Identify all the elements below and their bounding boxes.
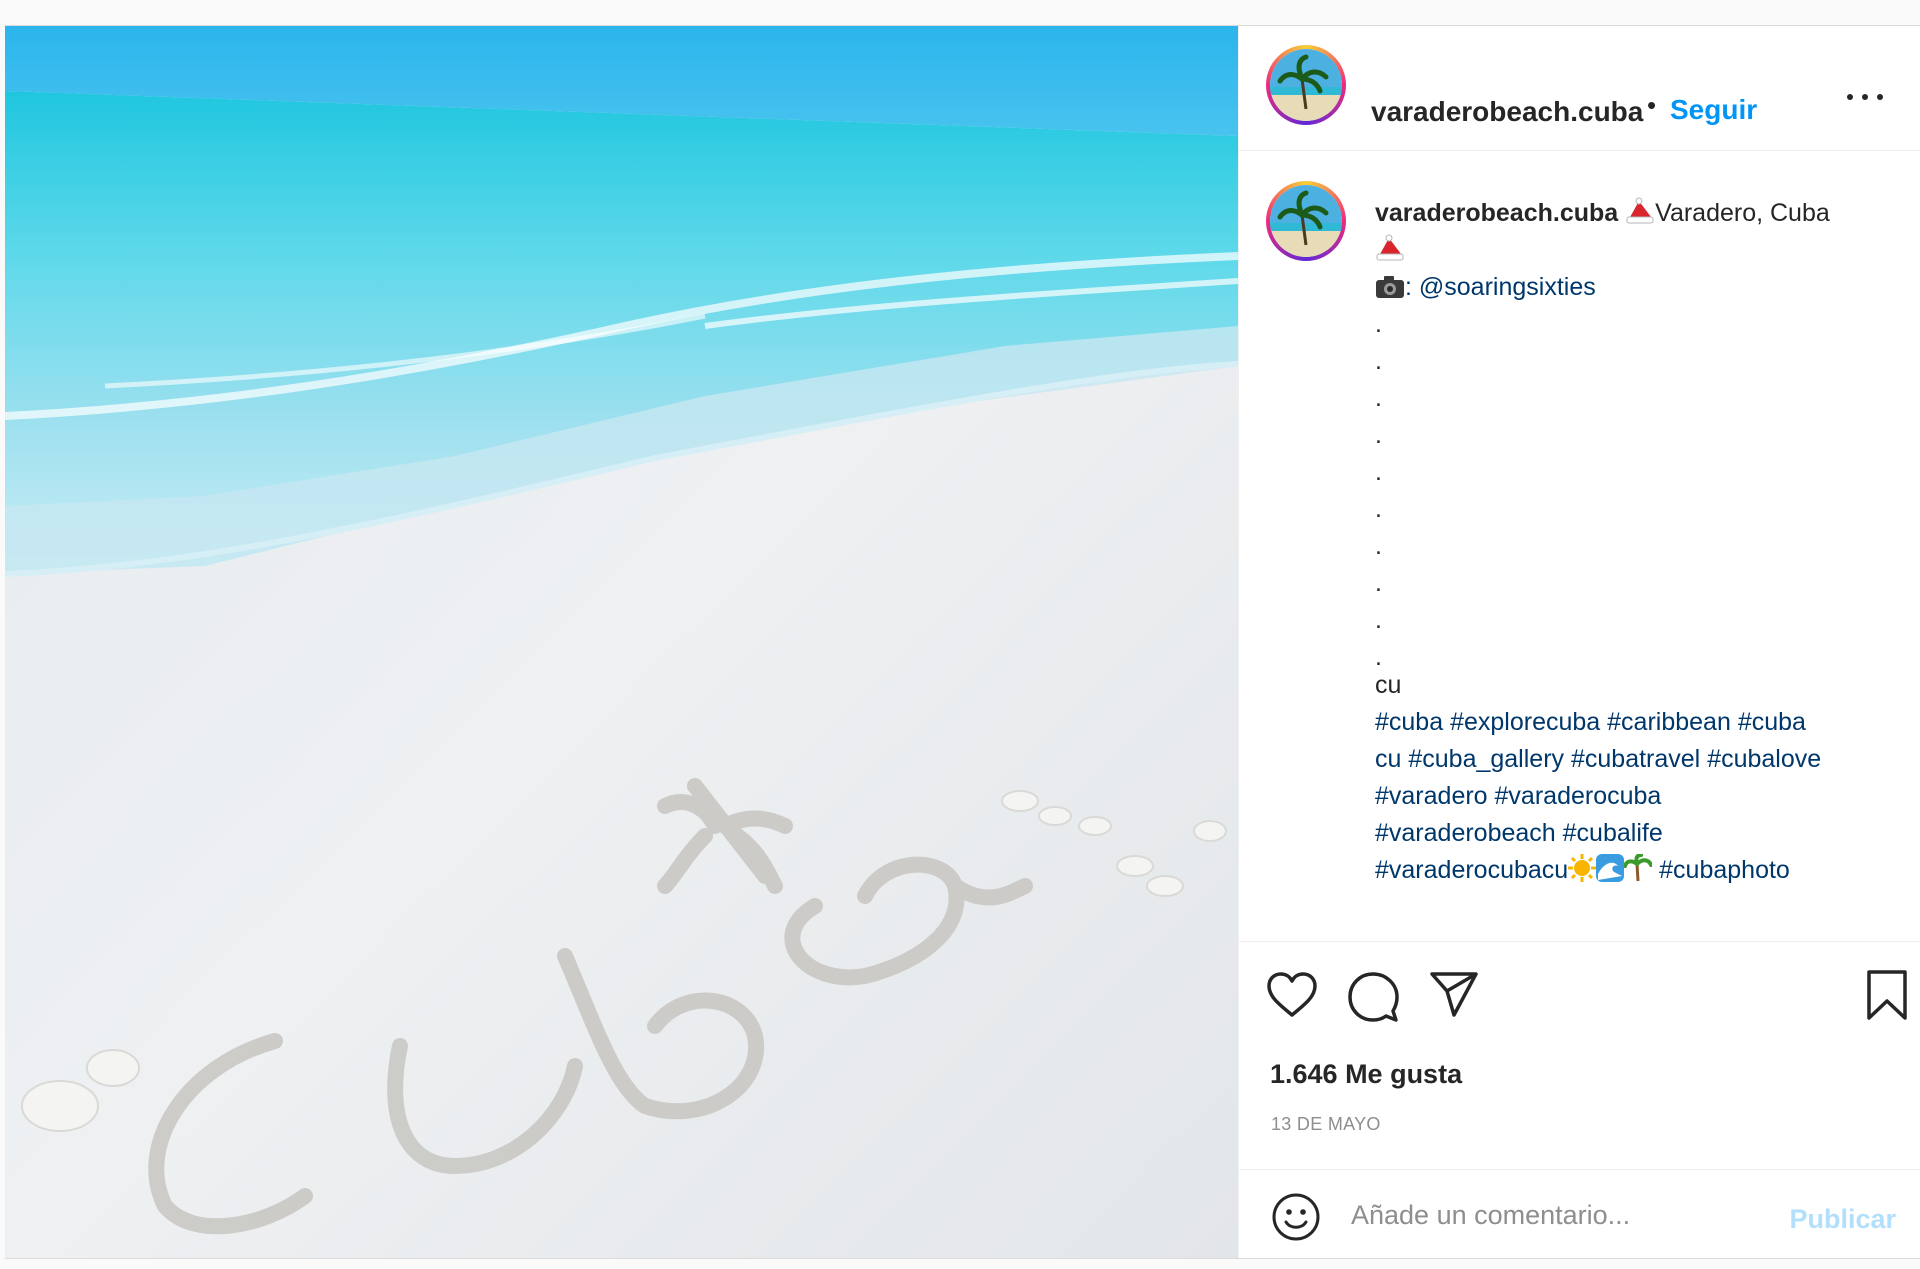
hashtag[interactable]: #cuba_gallery [1408,745,1564,773]
caption-dot: . [1375,606,1382,634]
smiley-icon[interactable] [1271,1192,1321,1242]
caption-dot: . [1375,569,1382,597]
header-username[interactable]: varaderobeach.cuba [1371,96,1643,128]
hashtag[interactable]: #cubaphoto [1659,856,1790,884]
paper-plane-icon[interactable] [1429,971,1479,1019]
santa-hat-icon [1626,197,1654,224]
caption-dot: . [1375,458,1382,486]
santa-hat-icon [1376,234,1404,261]
follow-button[interactable]: Seguir [1670,94,1757,126]
heart-icon[interactable] [1266,971,1318,1019]
palm-tree-icon [1624,854,1653,882]
avatar[interactable] [1266,45,1346,125]
hashtag[interactable]: #cubatravel [1571,745,1700,773]
sun-icon [1568,854,1597,882]
caption-text: varaderobeach.cuba Varadero, Cuba : @soa… [1375,195,1920,889]
bookmark-icon[interactable] [1865,969,1909,1021]
caption-dot: . [1375,421,1382,449]
hashtag[interactable]: #explorecuba [1450,708,1600,736]
publish-button[interactable]: Publicar [1789,1204,1896,1235]
post-date[interactable]: 13 DE MAYO [1271,1114,1381,1135]
caption-dot: . [1375,495,1382,523]
hashtag[interactable]: #varadero [1375,782,1488,810]
camera-icon [1376,276,1404,298]
caption-dot: . [1375,310,1382,338]
caption-username[interactable]: varaderobeach.cuba [1375,199,1618,227]
comment-input[interactable] [1349,1192,1773,1238]
wave-icon [1596,854,1625,882]
hashtag[interactable]: #cuba [1375,708,1443,736]
hashtag[interactable]: #cubalife [1563,819,1663,847]
more-horizontal-icon[interactable] [1845,84,1885,108]
post-container: varaderobeach.cuba • Seguir varaderobeac… [5,25,1920,1259]
hashtag[interactable]: #cubalove [1707,745,1821,773]
caption-dot: . [1375,347,1382,375]
post-sidebar: varaderobeach.cuba • Seguir varaderobeac… [1238,26,1920,1258]
hashtag[interactable]: cu [1375,745,1401,773]
caption-avatar[interactable] [1266,181,1346,261]
photo-credit[interactable]: : @soaringsixties [1405,273,1596,301]
caption-location: Varadero, Cuba [1655,199,1830,227]
avatar-beach-icon [1270,185,1342,257]
caption-text-line: cu [1375,671,1402,699]
avatar-beach-icon [1270,49,1342,121]
hashtag[interactable]: #cuba [1738,708,1806,736]
caption-dot: . [1375,643,1382,671]
header-separator: • [1647,90,1657,120]
comment-bar: Publicar [1239,1169,1920,1258]
likes-count[interactable]: 1.646 Me gusta [1270,1059,1462,1090]
comment-icon[interactable] [1347,971,1399,1023]
post-photo[interactable] [5,26,1238,1258]
post-header: varaderobeach.cuba • Seguir [1239,26,1920,151]
caption-dot: . [1375,384,1382,412]
hashtag[interactable]: #caribbean [1607,708,1731,736]
hashtag[interactable]: #varaderocubacu [1375,856,1568,884]
hashtag[interactable]: #varaderobeach [1375,819,1556,847]
caption-area: varaderobeach.cuba Varadero, Cuba : @soa… [1239,151,1920,941]
hashtag[interactable]: #varaderocuba [1495,782,1662,810]
beach-photo [5,26,1238,1258]
caption-dot: . [1375,532,1382,560]
